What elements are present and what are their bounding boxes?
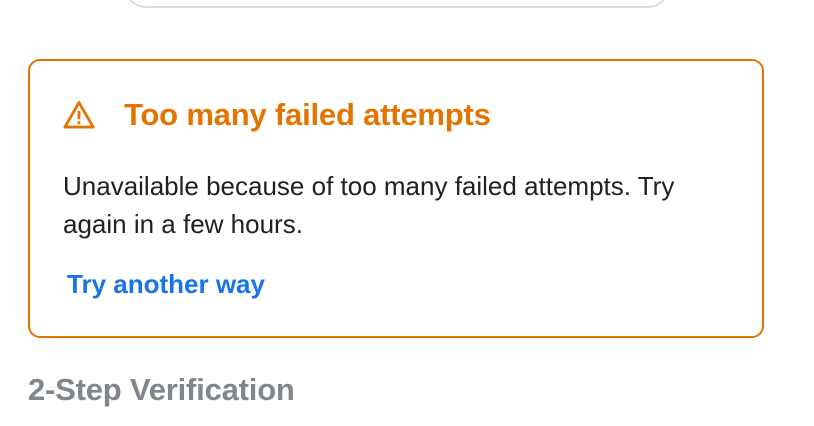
try-another-way-link[interactable]: Try another way (67, 269, 265, 300)
section-heading-2sv: 2-Step Verification (28, 372, 295, 407)
alert-title: Too many failed attempts (124, 97, 491, 132)
warning-triangle-icon (62, 98, 96, 132)
failed-attempts-alert: Too many failed attempts Unavailable bec… (28, 59, 764, 338)
previous-option-container (124, 0, 670, 8)
alert-message: Unavailable because of too many failed a… (63, 171, 675, 239)
signin-security-page: Too many failed attempts Unavailable bec… (0, 0, 814, 426)
alert-header: Too many failed attempts (62, 97, 491, 133)
